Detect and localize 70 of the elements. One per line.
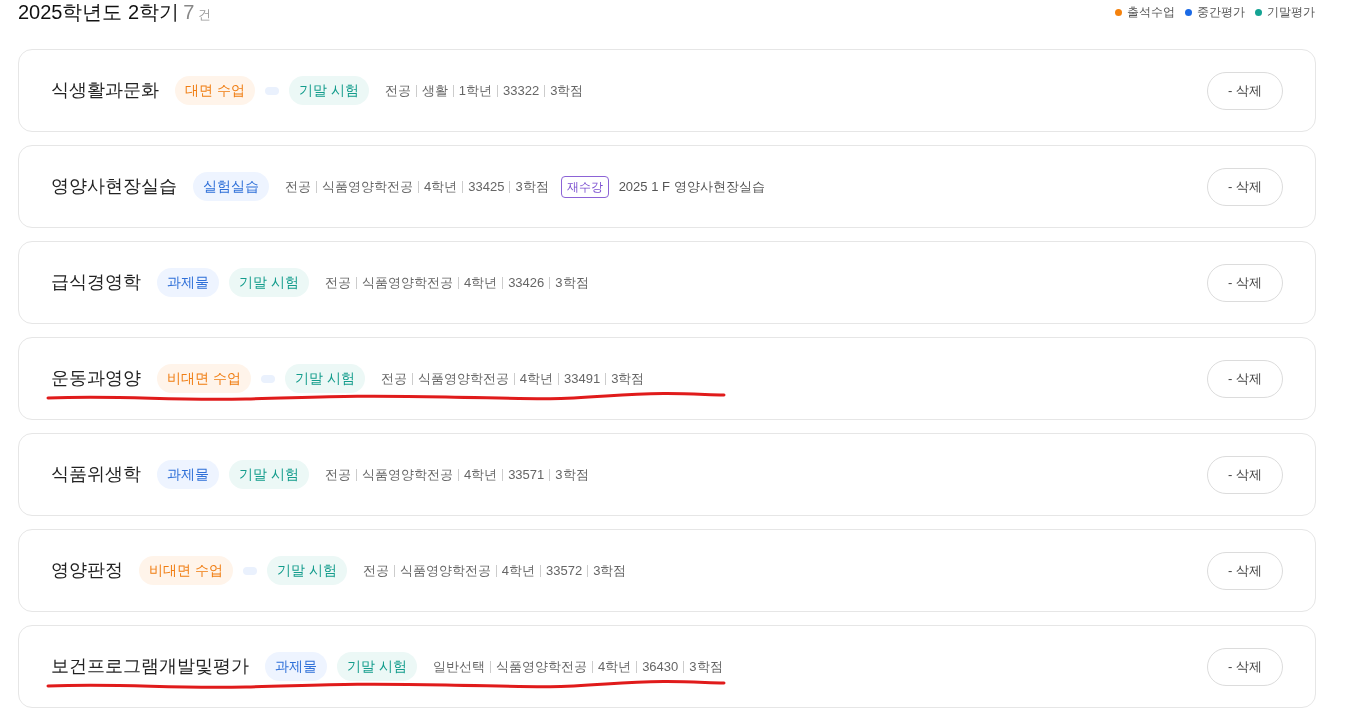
course-info: 전공 [384, 81, 411, 100]
tag: 기말 시험 [266, 556, 347, 585]
course-info: 전공 [362, 561, 389, 580]
course-name: 보건프로그램개발및평가 [51, 655, 249, 678]
tag: 기말 시험 [337, 652, 417, 681]
course-info: 일반선택 [432, 657, 485, 676]
course-info: 전공 [324, 465, 351, 484]
tag: 과제물 [157, 268, 219, 297]
course-info: 33491 [564, 369, 601, 388]
legend-label: 중간평가 [1197, 4, 1245, 21]
count-unit: 건 [198, 6, 212, 24]
course-info: 식품영양학전공 [495, 657, 587, 676]
tag: 기말 시험 [229, 268, 309, 297]
legend-label: 출석수업 [1127, 4, 1175, 21]
tag: 비대면 수업 [157, 364, 251, 393]
tag: 기말 시험 [288, 76, 369, 105]
legend-label: 기말평가 [1267, 4, 1315, 21]
delete-button[interactable]: - 삭제 [1207, 647, 1283, 686]
delete-button[interactable]: - 삭제 [1207, 551, 1283, 590]
delete-button[interactable]: - 삭제 [1207, 71, 1283, 110]
course-info: 식품영양학전공 [399, 561, 491, 580]
course-info: 3학점 [550, 81, 584, 100]
course-info: 33425 [468, 177, 505, 196]
tag: 과제물 [157, 460, 219, 489]
tag: 실험실습 [193, 172, 269, 201]
course-info: 식품영양학전공 [361, 273, 453, 292]
course-info: 3학점 [515, 177, 549, 196]
delete-button[interactable]: - 삭제 [1207, 263, 1283, 302]
course-info: 식품영양학전공 [322, 177, 413, 196]
course-info: 33426 [508, 273, 545, 292]
course-info: 3학점 [593, 561, 627, 580]
course-info: 1학년 [458, 81, 492, 100]
course-info: 생활 [421, 81, 448, 100]
course-info: 33322 [503, 81, 540, 100]
course-info: 3학점 [555, 273, 589, 292]
tag: 비대면 수업 [139, 556, 233, 585]
semester-title: 2025학년도 2학기 [18, 0, 180, 25]
course-info: 4학년 [519, 369, 553, 388]
course-name: 급식경영학 [51, 271, 141, 294]
course-info: 전공 [380, 369, 407, 388]
course-info: 3학점 [689, 657, 723, 676]
course-info: 4학년 [463, 273, 498, 292]
tag: 과제물 [265, 652, 327, 681]
tag: 기말 시험 [284, 364, 365, 393]
delete-button[interactable]: - 삭제 [1207, 455, 1283, 494]
course-info: 전공 [285, 177, 311, 196]
course-name: 운동과영양 [51, 367, 141, 390]
delete-button[interactable]: - 삭제 [1207, 167, 1283, 206]
delete-button[interactable]: - 삭제 [1207, 359, 1283, 398]
course-name: 영양판정 [51, 559, 123, 582]
course-name: 식생활과문화 [51, 79, 159, 102]
retake-note: 2025 1 F 영양사현장실습 [618, 177, 765, 196]
course-name: 식품위생학 [51, 463, 141, 486]
retake-badge: 재수강 [560, 175, 609, 198]
course-info: 4학년 [597, 657, 632, 676]
course-info: 33572 [546, 561, 583, 580]
course-count: 7 [183, 0, 195, 25]
course-info: 33571 [508, 465, 545, 484]
course-info: 4학년 [424, 177, 458, 196]
tag: 기말 시험 [229, 460, 309, 489]
course-info: 36430 [642, 657, 679, 676]
course-name: 영양사현장실습 [51, 175, 177, 198]
course-info: 4학년 [501, 561, 535, 580]
course-info: 식품영양학전공 [417, 369, 509, 388]
course-info: 3학점 [555, 465, 589, 484]
course-info: 3학점 [611, 369, 645, 388]
course-info: 전공 [324, 273, 351, 292]
course-info: 4학년 [463, 465, 498, 484]
course-info: 식품영양학전공 [361, 465, 453, 484]
tag: 대면 수업 [175, 76, 255, 105]
